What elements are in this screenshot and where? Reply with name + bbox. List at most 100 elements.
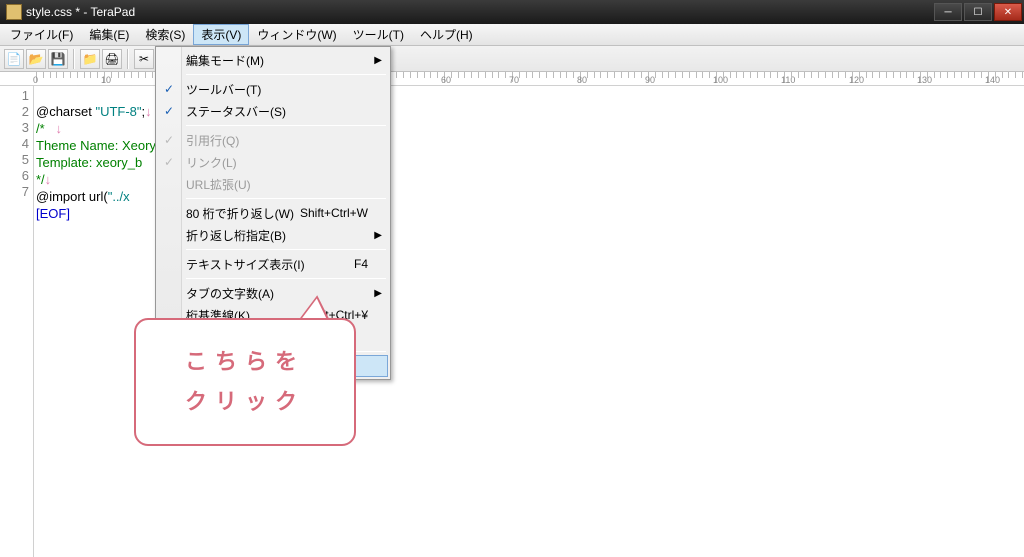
shortcut: F4 <box>354 257 368 271</box>
check-icon: ✓ <box>164 104 174 118</box>
save-button[interactable] <box>48 49 68 69</box>
ruler-label: 120 <box>849 75 864 85</box>
code-text: @charset <box>36 104 95 119</box>
menu-quote[interactable]: ✓ 引用行(Q) <box>158 129 388 151</box>
callout-line: こちらを <box>185 349 305 374</box>
menu-textsize[interactable]: テキストサイズ表示(I) F4 <box>158 253 388 275</box>
menu-label: 編集モード(M) <box>186 52 264 69</box>
toolbar <box>0 46 1024 72</box>
menu-view[interactable]: 表示(V) <box>193 24 249 45</box>
separator <box>186 74 386 75</box>
line-number: 3 <box>0 120 29 136</box>
code-text: Template: xeory_b <box>36 155 142 170</box>
ruler-label: 110 <box>781 75 795 85</box>
separator <box>186 278 386 279</box>
line-number: 6 <box>0 168 29 184</box>
cut-button[interactable] <box>134 49 154 69</box>
menu-window[interactable]: ウィンドウ(W) <box>249 24 344 45</box>
callout-line: クリック <box>185 389 305 414</box>
menu-label: リンク(L) <box>186 154 237 171</box>
menu-statusbar[interactable]: ✓ ステータスバー(S) <box>158 100 388 122</box>
line-number: 4 <box>0 136 29 152</box>
menu-label: ツールバー(T) <box>186 81 261 98</box>
code-text: @import url( <box>36 189 108 204</box>
check-icon: ✓ <box>164 133 174 147</box>
line-number: 7 <box>0 184 29 200</box>
menu-help[interactable]: ヘルプ(H) <box>412 24 481 45</box>
code-text: "../x <box>108 189 130 204</box>
close-button[interactable]: ✕ <box>994 3 1022 21</box>
menu-label: URL拡張(U) <box>186 176 251 193</box>
ruler-label: 70 <box>509 75 519 85</box>
menu-label: 折り返し桁指定(B) <box>186 227 286 244</box>
menu-edit-mode[interactable]: 編集モード(M) ▶ <box>158 49 388 71</box>
window-title: style.css * - TeraPad <box>26 5 932 19</box>
folder-icon <box>83 52 98 66</box>
ruler: 0102030405060708090100110120130140 <box>0 72 1024 86</box>
menu-tabchars[interactable]: タブの文字数(A) ▶ <box>158 282 388 304</box>
callout-text: こちらを クリック <box>185 342 305 421</box>
menu-toolbar[interactable]: ✓ ツールバー(T) <box>158 78 388 100</box>
save-icon <box>51 52 66 66</box>
menu-wrap80[interactable]: 80 桁で折り返し(W) Shift+Ctrl+W <box>158 202 388 224</box>
code-text: ↓ <box>45 172 52 187</box>
code-text: */ <box>36 172 45 187</box>
line-number: 2 <box>0 104 29 120</box>
ruler-label: 10 <box>101 75 111 85</box>
open-icon <box>29 52 44 66</box>
separator <box>186 125 386 126</box>
open-button[interactable] <box>26 49 46 69</box>
menu-label: 引用行(Q) <box>186 132 239 149</box>
menu-url[interactable]: URL拡張(U) <box>158 173 388 195</box>
window-buttons: ─ ☐ ✕ <box>932 3 1022 21</box>
code-text: "UTF-8" <box>95 104 141 119</box>
check-icon: ✓ <box>164 82 174 96</box>
ruler-label: 140 <box>985 75 1000 85</box>
minimize-button[interactable]: ─ <box>934 3 962 21</box>
code-text: Theme Name: Xeory <box>36 138 156 153</box>
menu-label: タブの文字数(A) <box>186 285 274 302</box>
menu-search[interactable]: 検索(S) <box>137 24 193 45</box>
menu-tool[interactable]: ツール(T) <box>345 24 412 45</box>
app-icon <box>6 4 22 20</box>
ruler-label: 90 <box>645 75 655 85</box>
annotation-callout: こちらを クリック <box>134 318 356 446</box>
separator <box>127 49 129 69</box>
separator <box>186 198 386 199</box>
submenu-arrow-icon: ▶ <box>374 230 382 241</box>
check-icon: ✓ <box>164 155 174 169</box>
separator <box>73 49 75 69</box>
menubar: ファイル(F) 編集(E) 検索(S) 表示(V) ウィンドウ(W) ツール(T… <box>0 24 1024 46</box>
eof-marker: [EOF] <box>36 206 70 221</box>
code-text: /* <box>36 121 56 136</box>
submenu-arrow-icon: ▶ <box>374 55 382 66</box>
menu-file[interactable]: ファイル(F) <box>2 24 81 45</box>
menu-edit[interactable]: 編集(E) <box>81 24 137 45</box>
folder-button[interactable] <box>80 49 100 69</box>
ruler-label: 130 <box>917 75 932 85</box>
titlebar: style.css * - TeraPad ─ ☐ ✕ <box>0 0 1024 24</box>
menu-link[interactable]: ✓ リンク(L) <box>158 151 388 173</box>
separator <box>186 249 386 250</box>
new-icon <box>7 52 22 66</box>
menu-label: 80 桁で折り返し(W) <box>186 205 294 222</box>
code-text: ↓ <box>145 104 152 119</box>
menu-label: ステータスバー(S) <box>186 103 286 120</box>
line-gutter: 1234567 <box>0 86 34 557</box>
ruler-label: 0 <box>33 75 38 85</box>
shortcut: Shift+Ctrl+W <box>300 206 368 220</box>
ruler-label: 100 <box>713 75 728 85</box>
print-icon <box>104 52 119 66</box>
menu-label: テキストサイズ表示(I) <box>186 256 305 273</box>
cut-icon <box>139 52 149 66</box>
ruler-label: 80 <box>577 75 587 85</box>
line-number: 1 <box>0 88 29 104</box>
menu-wrap-col[interactable]: 折り返し桁指定(B) ▶ <box>158 224 388 246</box>
submenu-arrow-icon: ▶ <box>374 288 382 299</box>
line-number: 5 <box>0 152 29 168</box>
print-button[interactable] <box>102 49 122 69</box>
maximize-button[interactable]: ☐ <box>964 3 992 21</box>
new-button[interactable] <box>4 49 24 69</box>
ruler-label: 60 <box>441 75 451 85</box>
code-text: ↓ <box>56 121 63 136</box>
